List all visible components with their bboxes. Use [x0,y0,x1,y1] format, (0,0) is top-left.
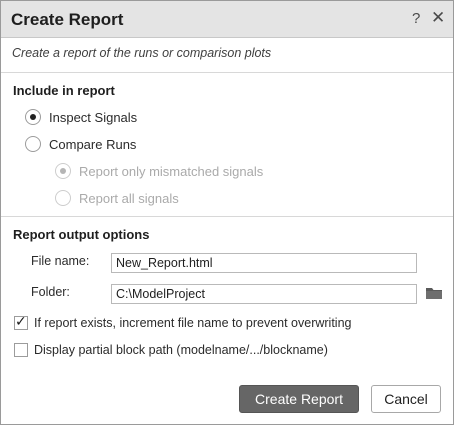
file-name-field[interactable]: New_Report.html [111,253,417,273]
cancel-button[interactable]: Cancel [371,385,441,413]
checkmark-icon: ✓ [15,313,27,329]
file-name-label: File name: [31,254,90,268]
dialog-description: Create a report of the runs or compariso… [12,46,272,60]
create-report-dialog: Create Report ? ✕ Create a report of the… [0,0,454,425]
title-bar: Create Report ? ✕ [1,1,453,38]
help-icon[interactable]: ? [412,10,420,27]
folder-icon[interactable] [425,286,443,300]
include-heading: Include in report [13,83,115,98]
increment-label: If report exists, increment file name to… [34,316,352,330]
folder-label: Folder: [31,285,70,299]
divider [1,72,453,73]
radio-label-report-all: Report all signals [79,191,179,206]
radio-report-all[interactable] [55,190,71,206]
radio-inspect-signals[interactable] [25,109,41,125]
partial-path-checkbox[interactable] [14,343,28,357]
radio-label-report-mismatched: Report only mismatched signals [79,164,264,179]
create-report-button[interactable]: Create Report [239,385,359,413]
partial-path-label: Display partial block path (modelname/..… [34,343,328,357]
increment-checkbox[interactable]: ✓ [14,313,28,330]
output-heading: Report output options [13,227,150,242]
radio-label-compare-runs: Compare Runs [49,137,137,152]
folder-field[interactable]: C:\ModelProject [111,284,417,304]
divider [1,216,453,217]
radio-report-mismatched[interactable] [55,163,71,179]
radio-label-inspect-signals: Inspect Signals [49,110,138,125]
close-icon[interactable]: ✕ [431,8,445,28]
dialog-title: Create Report [11,10,124,29]
radio-compare-runs[interactable] [25,136,41,152]
